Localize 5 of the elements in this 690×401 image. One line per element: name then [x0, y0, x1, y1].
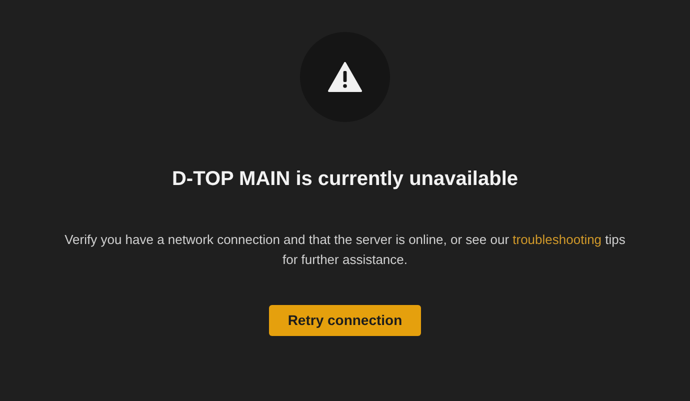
error-message: Verify you have a network connection and that the server is online, or see our troubleshooting tips for further assistance.: [64, 231, 626, 269]
error-title: D-TOP MAIN is currently unavailable: [172, 167, 518, 192]
troubleshooting-link[interactable]: troubleshooting: [512, 232, 602, 247]
retry-button[interactable]: Retry connection: [269, 305, 421, 336]
warning-icon: [328, 62, 362, 92]
